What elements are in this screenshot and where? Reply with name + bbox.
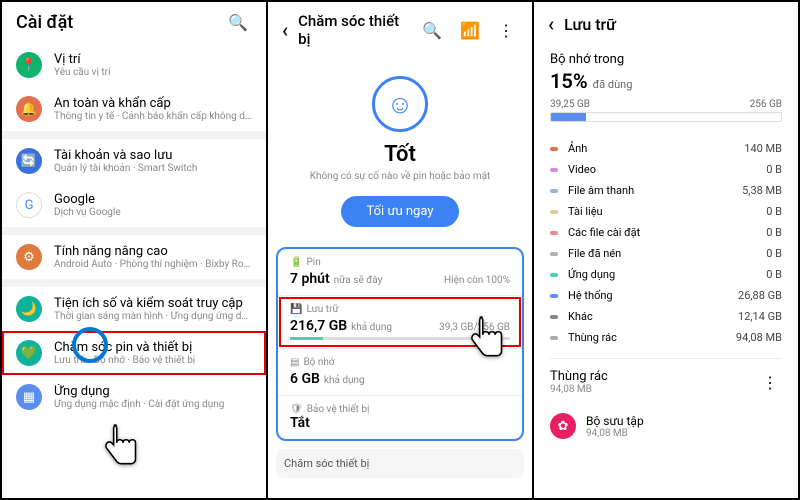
device-care-screen: ‹ Chăm sóc thiết bị 🔍 📶 ⋮ ☺ Tốt Không có… xyxy=(268,2,532,498)
settings-screen: Cài đặt 🔍 📍 Vị tríYêu cầu vị trí🔔 An toà… xyxy=(2,2,266,498)
category-row[interactable]: Các file cài đặt0 B xyxy=(550,222,782,243)
device-care-title: Chăm sóc thiết bị xyxy=(298,12,408,48)
settings-item[interactable]: 🔔 An toàn và khẩn cấpThông tin y tế · Cả… xyxy=(2,87,266,131)
color-dot xyxy=(550,210,558,214)
battery-icon: 🔋 xyxy=(290,257,302,268)
color-dot xyxy=(550,294,558,298)
storage-header: ‹ Lưu trữ xyxy=(534,2,798,46)
gallery-icon: ✿ xyxy=(550,413,576,439)
color-dot xyxy=(550,168,558,172)
settings-item[interactable]: ⚙ Tính năng nâng caoAndroid Auto · Phòng… xyxy=(2,235,266,279)
settings-item-icon: 💚 xyxy=(16,340,42,366)
status-sub: Không có sự cố nào về pin hoặc bảo mật xyxy=(284,171,516,182)
color-dot xyxy=(550,147,558,151)
category-row[interactable]: Video0 B xyxy=(550,159,782,180)
settings-item-icon: 🔄 xyxy=(16,148,42,174)
storage-bar xyxy=(290,337,510,340)
settings-item-icon: G xyxy=(16,192,42,218)
more-icon[interactable]: ⋮ xyxy=(758,373,782,392)
memory-icon: ▤ xyxy=(290,357,299,368)
category-row[interactable]: Tài liệu0 B xyxy=(550,201,782,222)
device-care-footer[interactable]: Chăm sóc thiết bị xyxy=(276,449,524,478)
storage-bar xyxy=(550,112,782,122)
signal-icon[interactable]: 📶 xyxy=(456,21,484,40)
device-care-header: ‹ Chăm sóc thiết bị 🔍 📶 ⋮ xyxy=(268,2,532,58)
settings-item-icon: 🔔 xyxy=(16,96,42,122)
storage-body: Bộ nhớ trong 15% đã dùng 39,25 GB256 GB … xyxy=(534,46,798,498)
shield-icon: 🛡 xyxy=(290,404,303,415)
settings-item[interactable]: 🔄 Tài khoản và sao lưuQuản lý tài khoản … xyxy=(2,139,266,183)
settings-item-icon: 🌙 xyxy=(16,296,42,322)
device-care-body: ☺ Tốt Không có sự cố nào về pin hoặc bảo… xyxy=(268,58,532,498)
settings-item-icon: ▦ xyxy=(16,384,42,410)
care-box: 🔋Pin 7 phút nữa sẽ đây Hiện còn 100% 💾Lư… xyxy=(276,247,524,441)
settings-item-icon: ⚙ xyxy=(16,244,42,270)
settings-header: Cài đặt 🔍 xyxy=(2,2,266,43)
color-dot xyxy=(550,252,558,256)
internal-storage-block: Bộ nhớ trong 15% đã dùng 39,25 GB256 GB xyxy=(534,46,798,128)
settings-item[interactable]: 🌙 Tiện ích số và kiểm soát truy cậpThời … xyxy=(2,287,266,331)
storage-title: Lưu trữ xyxy=(564,15,784,34)
settings-item[interactable]: 💚 Chăm sóc pin và thiết bịLưu trữ · Bộ n… xyxy=(2,331,266,375)
optimize-button[interactable]: Tối ưu ngay xyxy=(341,196,460,227)
protect-row[interactable]: 🛡Bảo vệ thiết bị Tắt xyxy=(278,396,522,439)
settings-item-icon: 📍 xyxy=(16,52,42,78)
category-row[interactable]: Ứng dụng0 B xyxy=(550,264,782,285)
battery-row[interactable]: 🔋Pin 7 phút nữa sẽ đây Hiện còn 100% xyxy=(278,249,522,296)
category-row[interactable]: File âm thanh5,38 MB xyxy=(550,180,782,201)
color-dot xyxy=(550,189,558,193)
color-dot xyxy=(550,231,558,235)
color-dot xyxy=(550,336,558,340)
collection-row[interactable]: ✿ Bộ sưu tập 94,08 MB xyxy=(534,405,798,447)
back-icon[interactable]: ‹ xyxy=(548,12,554,36)
search-icon[interactable]: 🔍 xyxy=(418,21,446,40)
category-row[interactable]: Ảnh140 MB xyxy=(550,138,782,159)
trash-row[interactable]: Thùng rác 94,08 MB ⋮ xyxy=(534,359,798,405)
back-icon[interactable]: ‹ xyxy=(282,18,288,42)
settings-list[interactable]: 📍 Vị tríYêu cầu vị trí🔔 An toàn và khẩn … xyxy=(2,43,266,498)
memory-row[interactable]: ▤Bộ nhớ 6 GB khả dụng xyxy=(278,349,522,396)
status-text: Tốt xyxy=(284,142,516,167)
more-icon[interactable]: ⋮ xyxy=(494,21,518,40)
category-row[interactable]: Khác12,14 GB xyxy=(550,306,782,327)
category-row[interactable]: Thùng rác94,08 MB xyxy=(550,327,782,348)
search-icon[interactable]: 🔍 xyxy=(224,13,252,32)
storage-screen: ‹ Lưu trữ Bộ nhớ trong 15% đã dùng 39,25… xyxy=(534,2,798,498)
settings-title: Cài đặt xyxy=(16,12,214,33)
storage-icon: 💾 xyxy=(290,304,302,315)
internal-label: Bộ nhớ trong xyxy=(550,52,782,67)
status-block: ☺ Tốt Không có sự cố nào về pin hoặc bảo… xyxy=(268,58,532,239)
category-row[interactable]: Hệ thống26,88 GB xyxy=(550,285,782,306)
category-row[interactable]: File đã nén0 B xyxy=(550,243,782,264)
color-dot xyxy=(550,315,558,319)
settings-item[interactable]: 📍 Vị tríYêu cầu vị trí xyxy=(2,43,266,87)
settings-item[interactable]: ▦ Ứng dụngỨng dụng mặc định · Cài đặt ứn… xyxy=(2,375,266,419)
smiley-icon: ☺ xyxy=(372,76,428,132)
color-dot xyxy=(550,273,558,277)
storage-row[interactable]: 💾Lưu trữ 216,7 GB khả dụng 39,3 GB/256 G… xyxy=(278,296,522,349)
settings-item[interactable]: G GoogleDịch vụ Google xyxy=(2,183,266,227)
category-list: Ảnh140 MB Video0 B File âm thanh5,38 MB … xyxy=(534,128,798,358)
